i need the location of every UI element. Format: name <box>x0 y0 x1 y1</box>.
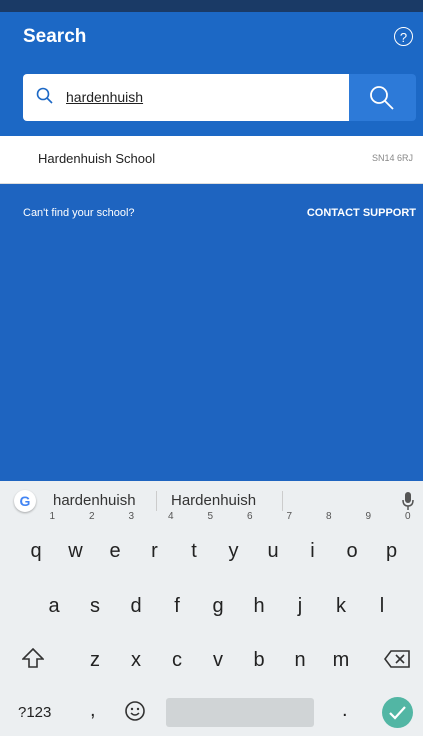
mic-icon[interactable] <box>402 492 414 510</box>
key-t[interactable]: t5 <box>174 512 214 576</box>
key-y[interactable]: y6 <box>214 512 254 576</box>
emoji-icon[interactable] <box>124 700 146 722</box>
space-key[interactable] <box>166 698 314 727</box>
cant-find-text: Can't find your school? <box>23 207 135 219</box>
contact-support-link[interactable]: CONTACT SUPPORT <box>307 207 416 219</box>
key-i[interactable]: i8 <box>293 512 333 576</box>
key-hint-9: 9 <box>365 511 371 522</box>
key-hint-8: 8 <box>325 511 332 522</box>
search-icon <box>36 87 53 104</box>
keyboard: G hardenhuish Hardenhuish q1w2e3r4t5y6u7… <box>0 481 423 736</box>
search-icon <box>370 86 394 110</box>
key-hint-4: 4 <box>167 511 174 522</box>
key-n[interactable]: n <box>280 635 320 685</box>
key-hint-1: 1 <box>49 511 55 522</box>
key-x[interactable]: x <box>116 635 156 685</box>
search-input[interactable]: hardenhuish <box>23 74 349 121</box>
school-postcode: SN14 6RJ <box>371 153 413 163</box>
key-s[interactable]: s <box>75 581 115 631</box>
key-f[interactable]: f <box>157 581 197 631</box>
help-icon[interactable]: ? <box>394 27 413 46</box>
key-o[interactable]: o9 <box>332 512 372 576</box>
comma-key[interactable]: , <box>90 699 96 722</box>
key-z[interactable]: z <box>75 635 115 685</box>
key-p[interactable]: p0 <box>372 512 412 576</box>
key-d[interactable]: d <box>116 581 156 631</box>
period-key[interactable]: . <box>342 699 348 722</box>
key-hint-7: 7 <box>286 511 292 522</box>
check-icon <box>389 706 406 720</box>
key-m[interactable]: m <box>321 635 361 685</box>
enter-key[interactable] <box>382 697 413 728</box>
key-q[interactable]: q1 <box>16 512 56 576</box>
key-w[interactable]: w2 <box>56 512 96 576</box>
key-hint-0: 0 <box>404 511 411 522</box>
key-hint-6: 6 <box>246 511 253 522</box>
page-title: Search <box>23 26 87 47</box>
key-h[interactable]: h <box>239 581 279 631</box>
header: Search ? hardenhuish <box>0 12 423 136</box>
suggestion-divider <box>156 491 157 511</box>
shift-icon[interactable] <box>22 648 44 668</box>
key-k[interactable]: k <box>321 581 361 631</box>
key-c[interactable]: c <box>157 635 197 685</box>
suggestion-2[interactable]: Hardenhuish <box>171 492 256 509</box>
school-name: Hardenhuish School <box>38 151 156 166</box>
status-bar <box>0 0 423 12</box>
suggestion-1[interactable]: hardenhuish <box>53 492 136 509</box>
suggestion-divider <box>282 491 283 511</box>
key-j[interactable]: j <box>280 581 320 631</box>
key-l[interactable]: l <box>362 581 402 631</box>
key-hint-3: 3 <box>128 511 134 522</box>
key-a[interactable]: a <box>34 581 74 631</box>
search-button[interactable] <box>349 74 416 121</box>
key-b[interactable]: b <box>239 635 279 685</box>
key-r[interactable]: r4 <box>135 512 175 576</box>
search-result-item[interactable]: Hardenhuish School SN14 6RJ <box>0 136 423 184</box>
key-u[interactable]: u7 <box>253 512 293 576</box>
search-input-value: hardenhuish <box>66 89 144 105</box>
backspace-icon[interactable] <box>384 650 410 668</box>
symbols-key[interactable]: ?123 <box>18 704 51 721</box>
key-hint-2: 2 <box>88 511 95 522</box>
key-hint-5: 5 <box>207 511 213 522</box>
key-v[interactable]: v <box>198 635 238 685</box>
key-g[interactable]: g <box>198 581 238 631</box>
google-icon[interactable]: G <box>14 490 36 512</box>
key-e[interactable]: e3 <box>95 512 135 576</box>
